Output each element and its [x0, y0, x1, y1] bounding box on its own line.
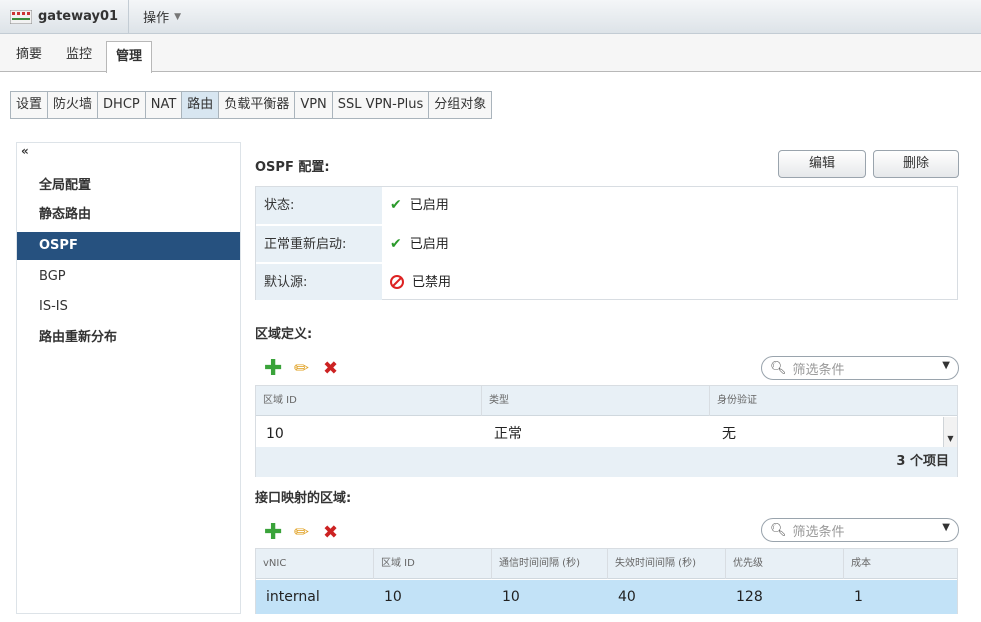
interface-mapping-title: 接口映射的区域: — [255, 491, 352, 506]
tab-monitor[interactable]: 监控 — [60, 44, 98, 66]
cell-priority: 128 — [736, 589, 763, 605]
sidebar-item-global-config[interactable]: 全局配置 — [17, 172, 240, 200]
column-header[interactable]: 类型 — [482, 386, 710, 416]
sidebar-item-is-is[interactable]: IS-IS — [17, 293, 240, 321]
config-row: 状态: ✔ 已启用 — [256, 187, 957, 224]
cell-area-id: 10 — [266, 426, 284, 442]
plus-icon[interactable]: ✚ — [264, 358, 282, 380]
title-bar: gateway01 操作 ▼ — [0, 0, 981, 34]
cell-hello-interval: 10 — [502, 589, 520, 605]
top-tabs: 摘要 监控 管理 — [0, 34, 981, 73]
ospf-config-title: OSPF 配置: — [255, 160, 330, 175]
status-text: 已禁用 — [412, 274, 452, 290]
status-text: 已启用 — [409, 236, 449, 252]
cell-vnic: internal — [266, 589, 320, 605]
close-icon[interactable]: ✖ — [323, 359, 338, 379]
column-header[interactable]: 身份验证 — [710, 386, 943, 416]
column-header[interactable]: 优先级 — [726, 549, 844, 579]
grid-header: 区域 ID 类型 身份验证 — [256, 386, 957, 416]
table-row[interactable]: internal 10 10 40 128 1 — [256, 580, 957, 614]
pencil-icon[interactable]: ✏ — [294, 359, 309, 379]
tab-firewall[interactable]: 防火墙 — [48, 92, 99, 118]
host-name: gateway01 — [38, 9, 119, 24]
ospf-config-table: 状态: ✔ 已启用 正常重新启动: ✔ 已启用 默认源: 已禁用 — [255, 186, 958, 300]
tab-dhcp[interactable]: DHCP — [98, 92, 146, 118]
tab-load-balancer[interactable]: 负载平衡器 — [219, 92, 296, 118]
actions-label: 操作 — [143, 11, 170, 26]
config-value: ✔ 已启用 — [382, 225, 449, 262]
tab-ssl-vpn-plus[interactable]: SSL VPN-Plus — [333, 92, 430, 118]
tab-routing[interactable]: 路由 — [182, 92, 220, 118]
check-icon: ✔ — [390, 197, 402, 213]
config-key: 正常重新启动: — [256, 225, 382, 262]
cell-authentication: 无 — [722, 426, 736, 442]
column-header[interactable]: 通信时间间隔 (秒) — [492, 549, 608, 579]
host-label[interactable]: gateway01 — [0, 0, 130, 33]
tab-grouping-objects[interactable]: 分组对象 — [429, 92, 491, 118]
sidebar-item-bgp[interactable]: BGP — [17, 263, 240, 291]
pencil-icon[interactable]: ✏ — [294, 523, 309, 543]
tab-summary[interactable]: 摘要 — [10, 44, 48, 66]
search-icon: 🔍︎ — [770, 360, 787, 376]
disabled-icon — [390, 275, 404, 289]
sidebar-item-ospf[interactable]: OSPF — [17, 232, 240, 260]
cell-dead-interval: 40 — [618, 589, 636, 605]
area-definitions-title: 区域定义: — [255, 327, 313, 342]
status-text: 已启用 — [409, 198, 449, 213]
config-value: 已禁用 — [382, 263, 452, 300]
edit-button[interactable]: 编辑 — [778, 150, 866, 178]
config-value: ✔ 已启用 — [382, 187, 449, 224]
routing-sidebar: « 全局配置 静态路由 OSPF BGP IS-IS 路由重新分布 — [16, 142, 241, 614]
table-row[interactable]: 10 正常 无 — [256, 417, 957, 451]
sidebar-item-route-redistribution[interactable]: 路由重新分布 — [17, 324, 240, 352]
config-key: 默认源: — [256, 263, 382, 300]
tab-nat[interactable]: NAT — [146, 92, 183, 118]
filter-placeholder: 筛选条件 — [792, 362, 845, 378]
config-row: 默认源: 已禁用 — [256, 263, 957, 300]
tab-manage[interactable]: 管理 — [106, 41, 153, 73]
column-header[interactable]: 区域 ID — [256, 386, 482, 416]
item-count: 3 个项目 — [256, 447, 957, 477]
chevron-down-icon[interactable]: ▼ — [942, 522, 950, 533]
search-icon: 🔍︎ — [770, 522, 787, 538]
tab-settings[interactable]: 设置 — [11, 92, 49, 118]
chevron-down-icon: ▼ — [174, 11, 181, 22]
column-header[interactable]: 失效时间间隔 (秒) — [608, 549, 726, 579]
collapse-icon[interactable]: « — [21, 144, 29, 158]
tab-vpn[interactable]: VPN — [295, 92, 333, 118]
cell-type: 正常 — [494, 426, 522, 442]
area-filter-input[interactable]: 🔍︎ 筛选条件 ▼ — [761, 356, 959, 380]
column-header[interactable]: 区域 ID — [374, 549, 492, 579]
plus-icon[interactable]: ✚ — [264, 522, 282, 544]
sub-tabs: 设置 防火墙 DHCP NAT 路由 负载平衡器 VPN SSL VPN-Plu… — [10, 91, 493, 119]
grid-header: vNIC 区域 ID 通信时间间隔 (秒) 失效时间间隔 (秒) 优先级 成本 — [256, 549, 957, 579]
interface-mapping-grid: vNIC 区域 ID 通信时间间隔 (秒) 失效时间间隔 (秒) 优先级 成本 … — [255, 548, 958, 614]
cell-cost: 1 — [854, 589, 863, 605]
column-header[interactable]: 成本 — [844, 549, 957, 579]
area-definitions-grid: 区域 ID 类型 身份验证 10 正常 无 ▼ 3 个项目 — [255, 385, 958, 477]
scrollbar[interactable]: ▼ — [943, 417, 957, 447]
chevron-down-icon[interactable]: ▼ — [942, 360, 950, 371]
config-key: 状态: — [256, 187, 382, 224]
delete-button[interactable]: 删除 — [873, 150, 959, 178]
sidebar-item-static-routes[interactable]: 静态路由 — [17, 201, 240, 229]
cell-area-id: 10 — [384, 589, 402, 605]
column-header[interactable]: vNIC — [256, 549, 374, 579]
interface-filter-input[interactable]: 🔍︎ 筛选条件 ▼ — [761, 518, 959, 542]
filter-placeholder: 筛选条件 — [792, 524, 845, 540]
gateway-icon — [10, 9, 32, 24]
check-icon: ✔ — [390, 235, 402, 252]
actions-menu[interactable]: 操作 ▼ — [129, 0, 195, 33]
config-row: 正常重新启动: ✔ 已启用 — [256, 225, 957, 262]
close-icon[interactable]: ✖ — [323, 523, 338, 543]
